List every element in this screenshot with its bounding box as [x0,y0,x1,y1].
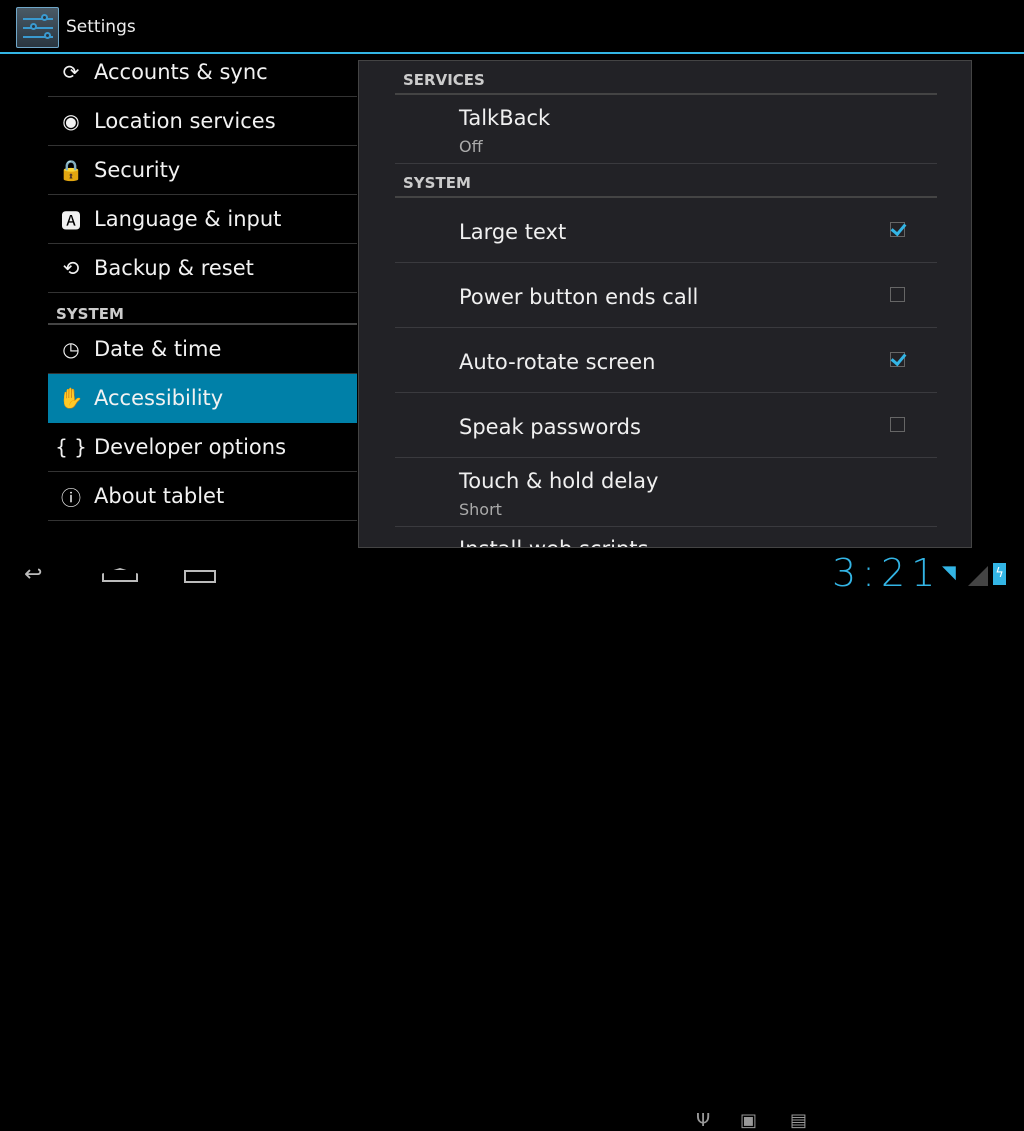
home-button[interactable] [102,568,138,582]
touch-hold-delay-item[interactable]: Touch & hold delay Short [395,458,937,527]
location-icon: ◉ [62,109,80,133]
section-header-services: SERVICES [395,61,937,95]
sidebar-item-accessibility[interactable]: ✋ Accessibility [48,374,357,423]
sidebar-item-language-input[interactable]: 🅰 Language & input [48,195,357,244]
accessibility-panel: SERVICES TalkBack Off SYSTEM Large text P… [358,60,972,548]
talkback-item[interactable]: TalkBack Off [395,95,937,164]
item-title: Speak passwords [459,415,641,439]
sync-icon: ⟳ [62,60,80,84]
sidebar-item-backup-reset[interactable]: ⟲ Backup & reset [48,244,357,293]
sidebar-item-security[interactable]: 🔒 Security [48,146,357,195]
item-summary: Off [459,137,483,156]
sidebar-item-developer-options[interactable]: { } Developer options [48,423,357,472]
hand-icon: ✋ [58,386,84,410]
keyboard-a-icon: 🅰 [61,208,81,233]
sidebar-item-label: Accounts & sync [94,60,268,84]
section-header-system: SYSTEM [48,293,357,325]
app-title: Settings [66,17,136,37]
backup-icon: ⟲ [62,256,80,280]
sidebar-item-label: Backup & reset [94,256,254,280]
sidebar-item-label: Language & input [94,207,282,231]
checkbox[interactable] [890,222,905,237]
sidebar-item-date-time[interactable]: ◷ Date & time [48,325,357,374]
sidebar-item-label: Location services [94,109,276,133]
settings-headers-list: ⟳ Accounts & sync ◉ Location services 🔒 Secur… [48,48,357,521]
item-title: TalkBack [459,106,551,130]
sidebar-item-label: Date & time [94,337,222,361]
item-title: Auto-rotate screen [459,350,656,374]
battery-charging-icon: ϟ [993,563,1006,585]
checkbox[interactable] [890,417,905,432]
sidebar-item-about-tablet[interactable]: ⓘ About tablet [48,472,357,521]
info-icon: ⓘ [61,485,81,510]
sidebar-item-accounts-sync[interactable]: ⟳ Accounts & sync [48,48,357,97]
android-debug-icon: ▣ [740,1110,758,1131]
sidebar-item-label: About tablet [94,484,225,508]
braces-icon: { } [55,435,87,459]
checkbox[interactable] [890,352,905,367]
action-bar: Settings [0,0,1024,54]
settings-app-icon[interactable] [16,7,59,48]
status-clock: 3:21 [832,551,942,595]
section-header-system: SYSTEM [395,164,937,198]
checkbox[interactable] [890,287,905,302]
setting-speak-passwords[interactable]: Speak passwords [395,393,937,458]
install-web-scripts-item[interactable]: Install web scripts [395,527,937,547]
lock-icon: 🔒 [58,158,84,182]
item-title: Large text [459,220,567,244]
back-button[interactable]: ↩ [24,562,42,587]
clock-icon: ◷ [62,337,80,361]
sd-card-icon: ▤ [790,1110,808,1131]
item-title: Touch & hold delay [459,469,659,493]
sidebar-item-label: Developer options [94,435,287,459]
setting-power-button-ends-call[interactable]: Power button ends call [395,263,937,328]
item-title: Power button ends call [459,285,699,309]
item-summary: Short [459,500,502,519]
sidebar-item-label: Accessibility [94,386,224,410]
setting-auto-rotate-screen[interactable]: Auto-rotate screen [395,328,937,393]
recent-apps-button[interactable] [184,570,216,583]
wifi-icon: ◥ [942,562,956,583]
usb-icon: Ψ [696,1110,711,1131]
item-title: Install web scripts [459,537,648,547]
setting-large-text[interactable]: Large text [395,198,937,263]
sidebar-item-location-services[interactable]: ◉ Location services [48,97,357,146]
sidebar-item-label: Security [94,158,181,182]
